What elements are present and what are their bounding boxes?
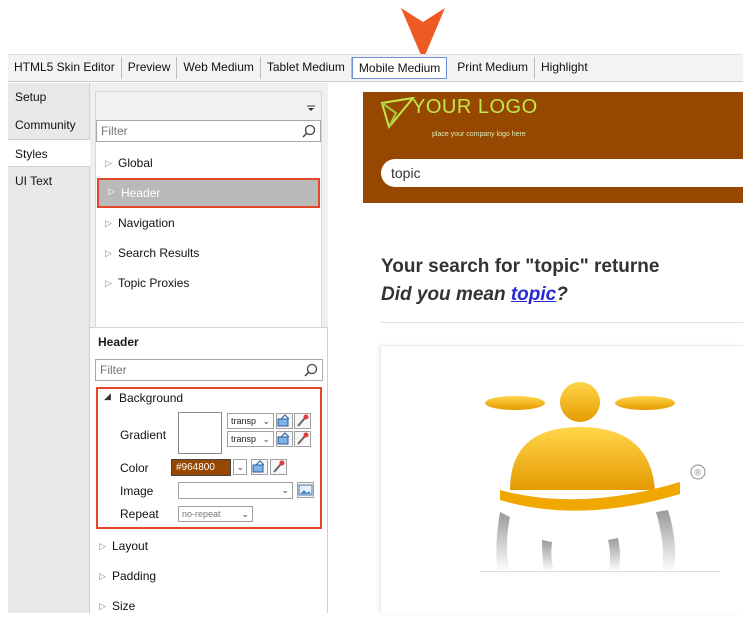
expand-triangle-icon[interactable]: ▷ bbox=[105, 208, 112, 238]
property-item-layout[interactable]: ▷ Layout bbox=[90, 531, 328, 561]
collapse-triangle-icon[interactable]: ◢ bbox=[104, 391, 111, 402]
eyedropper-icon bbox=[297, 432, 309, 445]
property-item-label: Layout bbox=[112, 539, 149, 553]
tree-item-label: Navigation bbox=[118, 216, 175, 230]
style-filter-field[interactable] bbox=[96, 120, 321, 142]
tab-preview[interactable]: Preview bbox=[122, 57, 178, 79]
color-dropdown[interactable]: ⌄ bbox=[233, 459, 247, 475]
style-filter-input[interactable] bbox=[97, 121, 287, 141]
color-picker-button[interactable] bbox=[251, 459, 268, 475]
color-picker-icon bbox=[252, 460, 265, 473]
mascot-logo-image: ® bbox=[480, 382, 720, 572]
chevron-down-icon: ⌄ bbox=[241, 509, 249, 519]
image-select[interactable]: ⌄ bbox=[178, 482, 293, 499]
property-filter-field[interactable] bbox=[95, 359, 323, 381]
expand-triangle-icon[interactable]: ▷ bbox=[108, 178, 115, 204]
search-icon[interactable] bbox=[304, 363, 318, 377]
tab-highlight[interactable]: Highlight bbox=[535, 57, 594, 79]
property-filter-input[interactable] bbox=[96, 360, 289, 380]
tab-ui-text[interactable]: UI Text bbox=[8, 167, 89, 195]
repeat-label: Repeat bbox=[120, 507, 159, 521]
search-icon[interactable] bbox=[302, 124, 316, 138]
repeat-select[interactable]: no-repeat ⌄ bbox=[178, 506, 253, 522]
background-properties: ◢ Background Gradient transp ⌄ transp ⌄ Co… bbox=[96, 387, 322, 529]
tab-styles[interactable]: Styles bbox=[8, 139, 90, 167]
logo-text: YOUR LOGO bbox=[412, 96, 538, 118]
tree-item-label: Global bbox=[118, 156, 153, 170]
gradient-preview-swatch[interactable] bbox=[178, 412, 222, 454]
registered-mark: ® bbox=[695, 468, 702, 478]
tab-setup[interactable]: Setup bbox=[8, 83, 89, 111]
logo-subtext: place your company logo here bbox=[432, 131, 526, 138]
eyedropper-icon bbox=[297, 414, 309, 427]
tab-print-medium[interactable]: Print Medium bbox=[451, 57, 535, 79]
preview-search-box[interactable]: topic bbox=[381, 159, 743, 187]
divider bbox=[381, 322, 743, 323]
more-properties: ▷ Layout ▷ Padding ▷ Size bbox=[90, 531, 328, 621]
expand-triangle-icon[interactable]: ▷ bbox=[99, 591, 106, 621]
property-item-label: Padding bbox=[112, 569, 157, 583]
browse-image-icon bbox=[298, 484, 313, 496]
eyedropper-button[interactable] bbox=[270, 459, 287, 475]
tree-item-label: Search Results bbox=[118, 246, 200, 260]
browse-image-button[interactable] bbox=[297, 482, 314, 498]
tree-item-header[interactable]: ▷ Header bbox=[97, 178, 320, 208]
tree-item-navigation[interactable]: ▷ Navigation bbox=[96, 208, 321, 238]
expand-triangle-icon[interactable]: ▷ bbox=[99, 531, 106, 561]
color-label: Color bbox=[120, 461, 149, 475]
tree-item-label: Topic Proxies bbox=[118, 276, 190, 290]
styles-panel: ▷Global ▷Header ▷Navigation ▷Search Resu… bbox=[90, 83, 328, 613]
expand-triangle-icon[interactable]: ▷ bbox=[105, 268, 112, 298]
color-picker-button[interactable] bbox=[276, 431, 293, 447]
medium-toolbar: HTML5 Skin Editor Preview Web Medium Tab… bbox=[8, 54, 743, 82]
repeat-value: no-repeat bbox=[182, 509, 221, 519]
did-you-mean-text: Did you mean topic? bbox=[381, 284, 568, 306]
left-tab-column: Setup Community Styles UI Text bbox=[8, 83, 90, 613]
tab-mobile-medium[interactable]: Mobile Medium bbox=[351, 57, 448, 79]
tab-community[interactable]: Community bbox=[8, 111, 89, 139]
gradient-stop-1-value: transp bbox=[231, 416, 257, 426]
image-label: Image bbox=[120, 484, 154, 498]
pointer-marker-icon bbox=[401, 8, 445, 60]
did-you-mean-suffix: ? bbox=[556, 284, 568, 305]
tab-html5-skin-editor[interactable]: HTML5 Skin Editor bbox=[8, 57, 122, 79]
tab-web-medium[interactable]: Web Medium bbox=[177, 57, 261, 79]
eyedropper-button[interactable] bbox=[294, 413, 311, 429]
chevron-down-icon: ⌄ bbox=[262, 434, 270, 444]
expand-triangle-icon[interactable]: ▷ bbox=[105, 238, 112, 268]
tree-item-search-results[interactable]: ▷ Search Results bbox=[96, 238, 321, 268]
chevron-down-icon: ⌄ bbox=[281, 485, 289, 495]
color-picker-icon bbox=[277, 414, 290, 427]
tab-tablet-medium[interactable]: Tablet Medium bbox=[261, 57, 352, 79]
tree-item-global[interactable]: ▷ Global bbox=[96, 148, 321, 178]
properties-section-title: Header bbox=[98, 335, 139, 349]
tree-item-label: Header bbox=[121, 186, 161, 200]
search-result-heading: Your search for "topic" returne bbox=[381, 256, 660, 277]
property-item-padding[interactable]: ▷ Padding bbox=[90, 561, 328, 591]
chevron-down-icon: ⌄ bbox=[262, 416, 270, 426]
expand-triangle-icon[interactable]: ▷ bbox=[99, 561, 106, 591]
did-you-mean-link[interactable]: topic bbox=[511, 284, 556, 305]
color-picker-icon bbox=[277, 432, 290, 445]
gradient-stop-1-select[interactable]: transp ⌄ bbox=[227, 413, 274, 429]
property-item-label: Size bbox=[112, 599, 136, 613]
pin-bar bbox=[96, 92, 321, 120]
chevron-down-icon: ⌄ bbox=[236, 462, 244, 472]
background-color-value[interactable]: #964800 bbox=[171, 459, 231, 476]
pin-icon[interactable] bbox=[307, 104, 315, 112]
expand-triangle-icon[interactable]: ▷ bbox=[105, 148, 112, 178]
gradient-stop-2-select[interactable]: transp ⌄ bbox=[227, 431, 274, 447]
background-label: Background bbox=[119, 391, 184, 405]
gradient-label: Gradient bbox=[120, 428, 167, 442]
style-tree-area: ▷Global ▷Header ▷Navigation ▷Search Resu… bbox=[90, 83, 328, 328]
property-item-size[interactable]: ▷ Size bbox=[90, 591, 328, 621]
eyedropper-icon bbox=[273, 460, 285, 473]
tree-item-topic-proxies[interactable]: ▷ Topic Proxies bbox=[96, 268, 321, 298]
eyedropper-button[interactable] bbox=[294, 431, 311, 447]
style-tree: ▷Global ▷Header ▷Navigation ▷Search Resu… bbox=[95, 91, 322, 328]
color-picker-button[interactable] bbox=[276, 413, 293, 429]
gradient-stop-2-value: transp bbox=[231, 434, 257, 444]
did-you-mean-prefix: Did you mean bbox=[381, 284, 511, 305]
